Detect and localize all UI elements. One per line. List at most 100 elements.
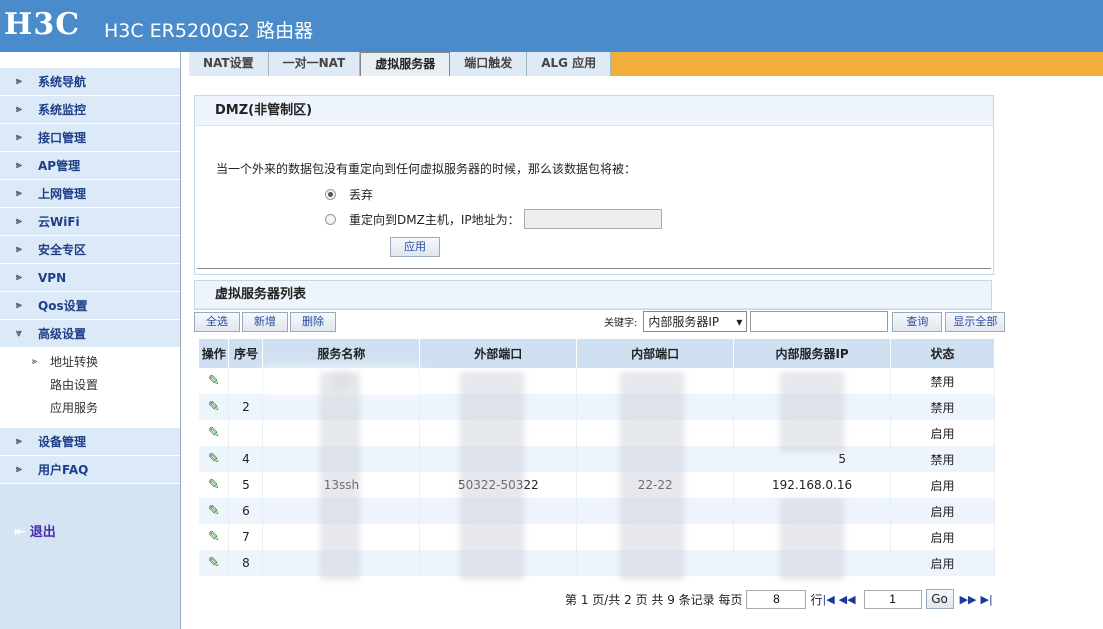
cell-ext	[419, 524, 578, 550]
table-row: ✎ 5 13ssh 50322-50322 22-22 192.168.0.16…	[199, 472, 995, 498]
cell-ip: 5	[733, 446, 892, 472]
table-row: ✎ 4 5 禁用	[199, 446, 995, 472]
prev-page-icon[interactable]: ◀◀	[839, 593, 856, 606]
sidebar-item-internet[interactable]: ⪢ 上网管理	[0, 180, 180, 208]
dmz-ip-input[interactable]	[523, 209, 662, 229]
add-button[interactable]: 新增	[242, 312, 288, 332]
cell-seq: 7	[228, 524, 264, 550]
sidebar-item-advanced[interactable]: ⩔ 高级设置	[0, 320, 180, 348]
sidebar-subitem-routing[interactable]: 路由设置	[0, 374, 180, 397]
vs-table: 操作 序号 服务名称 外部端口 内部端口 内部服务器IP 状态 ✎ 30 禁用 …	[199, 339, 995, 576]
col-status: 状态	[890, 339, 995, 368]
cell-seq	[228, 368, 264, 394]
tab-nat[interactable]: NAT设置	[189, 52, 269, 76]
select-all-button[interactable]: 全选	[194, 312, 240, 332]
chevron-right-icon: ⪢	[16, 188, 22, 199]
sidebar-item-qos[interactable]: ⪢ Qos设置	[0, 292, 180, 320]
dmz-title: DMZ(非管制区)	[195, 96, 993, 126]
sidebar-subitem-appservice[interactable]: 应用服务	[0, 397, 180, 420]
header-bar: H3C H3C ER5200G2 路由器	[0, 0, 1103, 52]
sidebar-item-cloudwifi[interactable]: ⪢ 云WiFi	[0, 208, 180, 236]
delete-button[interactable]: 删除	[290, 312, 336, 332]
row-label: 行	[810, 592, 823, 607]
keyword-input[interactable]	[750, 311, 889, 332]
table-row: ✎ 6 启用	[199, 498, 995, 524]
sidebar-item-security[interactable]: ⪢ 安全专区	[0, 236, 180, 264]
chevron-right-icon: ⪢	[16, 244, 22, 255]
chevron-right-icon: ⪢	[16, 436, 22, 447]
divider	[197, 268, 991, 269]
col-ext-port: 外部端口	[419, 339, 578, 368]
redirect-radio[interactable]	[325, 213, 336, 225]
edit-icon[interactable]: ✎	[208, 373, 220, 389]
chevron-right-icon: ⪢	[16, 76, 22, 87]
keyword-label: 关键字:	[604, 318, 638, 329]
edit-icon[interactable]: ✎	[208, 425, 220, 441]
tab-virtual-server[interactable]: 虚拟服务器	[360, 52, 451, 76]
cell-int	[576, 524, 735, 550]
sidebar-item-vpn[interactable]: ⪢ VPN	[0, 264, 180, 292]
edit-icon[interactable]: ✎	[208, 477, 220, 493]
cell-int: 22-22	[576, 472, 735, 498]
chevron-right-icon: ⪢	[16, 272, 22, 283]
sidebar-item-interface[interactable]: ⪢ 接口管理	[0, 124, 180, 152]
product-title: H3C ER5200G2 路由器	[104, 20, 314, 42]
cell-ext	[419, 420, 578, 446]
drop-radio[interactable]	[325, 189, 336, 200]
cell-int	[576, 446, 735, 472]
cell-ip: 192.168.0.16	[733, 472, 892, 498]
edit-icon[interactable]: ✎	[208, 399, 220, 415]
sidebar-item-monitor[interactable]: ⪢ 系统监控	[0, 96, 180, 124]
cell-name: 13ssh	[262, 472, 421, 498]
drop-option[interactable]: 丢弃	[325, 186, 373, 203]
apply-button[interactable]: 应用	[390, 237, 440, 257]
vs-title: 虚拟服务器列表	[195, 281, 991, 309]
cell-seq: 5	[228, 472, 264, 498]
col-int-port: 内部端口	[576, 339, 735, 368]
tab-port-trigger[interactable]: 端口触发	[450, 52, 528, 76]
logout-link[interactable]: ⇤ 退出	[14, 521, 56, 540]
sidebar-subnav: ⪢ 地址转换 路由设置 应用服务	[0, 348, 180, 428]
sidebar-item-device[interactable]: ⪢ 设备管理	[0, 428, 180, 456]
table-row: ✎ 8 启用	[199, 550, 995, 576]
edit-icon[interactable]: ✎	[208, 529, 220, 545]
cell-status: 启用	[890, 420, 995, 446]
table-row: ✎ 30 禁用	[199, 368, 995, 394]
next-page-icon[interactable]: ▶▶	[960, 593, 977, 606]
drop-label: 丢弃	[349, 188, 374, 202]
edit-icon[interactable]: ✎	[208, 555, 220, 571]
show-all-button[interactable]: 显示全部	[945, 311, 1006, 332]
redirect-label: 重定向到DMZ主机，IP地址为：	[349, 212, 520, 227]
cell-status: 启用	[890, 498, 995, 524]
last-page-icon[interactable]: ▶|	[981, 593, 993, 606]
tab-one-to-one-nat[interactable]: 一对一NAT	[268, 52, 361, 76]
dmz-prompt: 当一个外来的数据包没有重定向到任何虚拟服务器的时候，那么该数据包将被：	[216, 162, 637, 176]
cell-name	[262, 524, 421, 550]
col-seq: 序号	[228, 339, 264, 368]
go-button[interactable]: Go	[925, 589, 954, 609]
per-page-input[interactable]	[746, 589, 807, 609]
keyword-select[interactable]: 内部服务器IP ▾	[643, 311, 748, 332]
page-input[interactable]	[863, 589, 922, 609]
tab-bar: NAT设置 一对一NAT 虚拟服务器 端口触发 ALG 应用	[189, 52, 1103, 76]
sidebar-item-nav[interactable]: ⪢ 系统导航	[0, 68, 180, 96]
logout-icon: ⇤	[14, 524, 26, 540]
edit-icon[interactable]: ✎	[208, 503, 220, 519]
cell-status: 禁用	[890, 368, 995, 394]
cell-status: 启用	[890, 550, 995, 576]
sidebar-item-ap[interactable]: ⪢ AP管理	[0, 152, 180, 180]
tab-alg[interactable]: ALG 应用	[527, 52, 612, 76]
cell-seq	[228, 420, 264, 446]
sidebar-item-faq[interactable]: ⪢ 用户FAQ	[0, 456, 180, 484]
keyword-select-value: 内部服务器IP	[648, 315, 720, 329]
cell-int	[576, 420, 735, 446]
cell-ip	[733, 498, 892, 524]
query-button[interactable]: 查询	[892, 311, 943, 332]
vs-title-panel: 虚拟服务器列表	[194, 280, 992, 310]
edit-icon[interactable]: ✎	[208, 451, 220, 467]
cell-name	[262, 498, 421, 524]
vs-toolbar-left: 全选 新增 删除	[194, 312, 336, 332]
first-page-icon[interactable]: |◀	[822, 593, 834, 606]
sidebar-subitem-nat[interactable]: ⪢ 地址转换	[0, 351, 180, 374]
redirect-option[interactable]: 重定向到DMZ主机，IP地址为：	[325, 209, 662, 229]
